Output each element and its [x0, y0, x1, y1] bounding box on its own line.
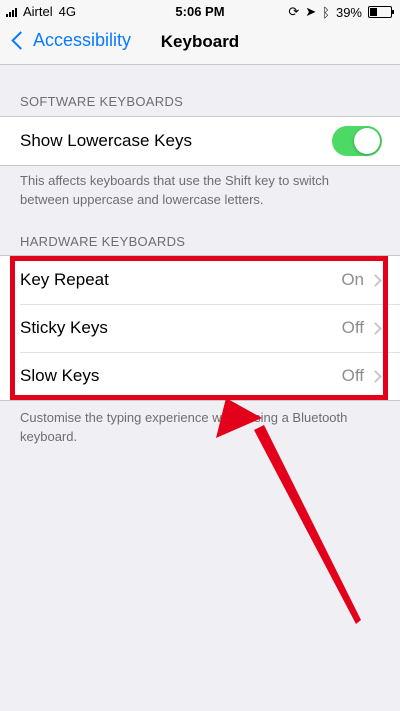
setting-row-sticky-keys[interactable]: Sticky Keys Off: [0, 304, 400, 352]
orientation-lock-icon: ⟳: [288, 4, 300, 19]
status-right: ⟳ ➤ ᛒ 39%: [288, 4, 394, 20]
setting-row-show-lowercase-keys: Show Lowercase Keys: [0, 117, 400, 165]
setting-value: Off: [341, 366, 364, 385]
show-lowercase-keys-toggle[interactable]: [332, 126, 382, 156]
software-footer-note: This affects keyboards that use the Shif…: [20, 173, 330, 207]
hardware-footer-note: Customise the typing experience when usi…: [20, 410, 348, 444]
page-title: Keyboard: [160, 32, 240, 51]
setting-label: Key Repeat: [20, 270, 109, 289]
toggle-knob: [354, 128, 380, 154]
hardware-keyboards-group: Key Repeat On Sticky Keys Off Slow Keys …: [0, 255, 400, 401]
battery-icon: [368, 6, 394, 18]
software-keyboards-group: Show Lowercase Keys: [0, 116, 400, 166]
setting-label: Sticky Keys: [20, 318, 108, 337]
setting-label: Slow Keys: [20, 366, 100, 385]
location-icon: ➤: [305, 4, 317, 19]
setting-row-key-repeat[interactable]: Key Repeat On: [0, 256, 400, 304]
status-bar: Airtel 4G 5:06 PM ⟳ ➤ ᛒ 39%: [0, 0, 400, 22]
section-header-hardware: HARDWARE KEYBOARDS: [20, 234, 186, 249]
battery-fill: [370, 8, 378, 16]
setting-row-slow-keys[interactable]: Slow Keys Off: [0, 352, 400, 400]
chevron-right-icon: [369, 273, 382, 287]
chevron-right-icon: [369, 369, 382, 383]
section-header-software: SOFTWARE KEYBOARDS: [20, 94, 184, 109]
bluetooth-icon: ᛒ: [322, 4, 330, 20]
battery-percent: 39%: [335, 4, 362, 20]
setting-label: Show Lowercase Keys: [20, 131, 192, 150]
setting-value: On: [341, 270, 364, 289]
chevron-right-icon: [369, 321, 382, 335]
navigation-bar: Accessibility Keyboard: [0, 22, 400, 65]
setting-value: Off: [341, 318, 364, 337]
